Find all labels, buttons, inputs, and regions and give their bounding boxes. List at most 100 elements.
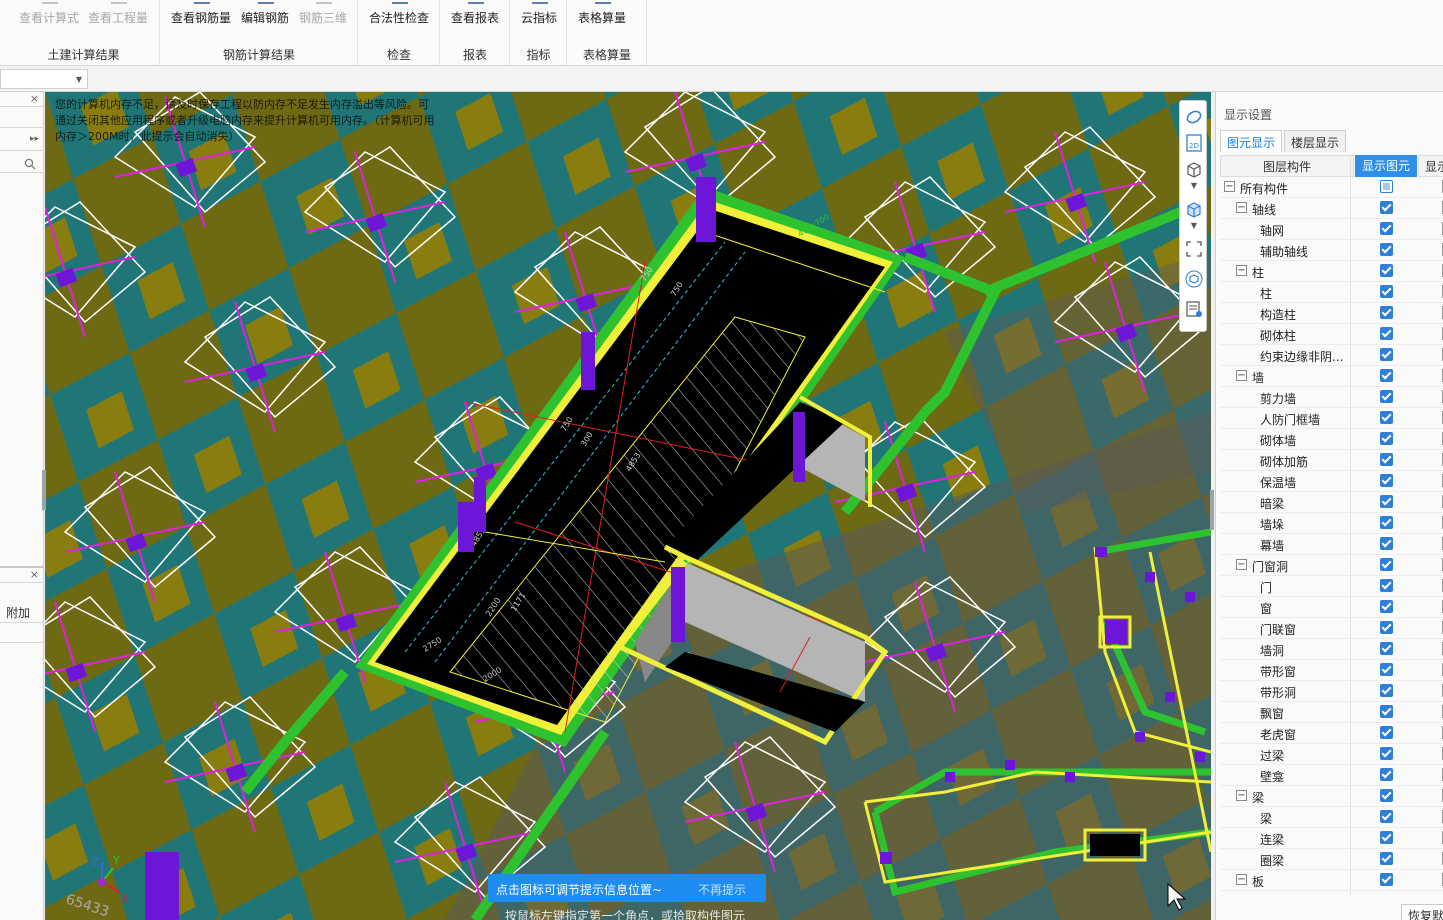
layer-row[interactable]: 过梁 (1220, 744, 1443, 765)
hint-bar[interactable]: 点击图标可调节提示信息位置~ 不再提示 (488, 874, 766, 902)
show-checkbox[interactable] (1380, 432, 1393, 445)
show-checkbox[interactable] (1380, 684, 1393, 697)
collapse-icon[interactable]: − (1236, 874, 1247, 885)
model-scene[interactable]: 750 750 750 300 4853 1171 2200 4853 2750… (45, 92, 1211, 920)
collapse-icon[interactable]: − (1236, 559, 1247, 570)
layer-row[interactable]: 飘窗 (1220, 702, 1443, 723)
layer-row[interactable]: 人防门框墙 (1220, 408, 1443, 429)
layer-row[interactable]: 构造柱 (1220, 303, 1443, 324)
layer-row[interactable]: − 板 (1220, 870, 1443, 891)
view-report-button[interactable]: 查看报表 (451, 0, 501, 28)
layer-row[interactable]: 梁 (1220, 807, 1443, 828)
layer-row[interactable]: 约束边缘非阴... (1220, 345, 1443, 366)
layer-row[interactable]: − 门窗洞 (1220, 555, 1443, 576)
show-checkbox[interactable] (1380, 243, 1393, 256)
expand-icon[interactable]: ▸▸ (30, 134, 39, 144)
show-checkbox[interactable] (1380, 306, 1393, 319)
edit-rebar-button[interactable]: 编辑钢筋 (241, 0, 291, 28)
show-checkbox[interactable] (1380, 831, 1393, 844)
table-calc-button[interactable]: 表格算量 (578, 0, 628, 28)
layer-row[interactable]: 窗 (1220, 597, 1443, 618)
layer-row[interactable]: 墙洞 (1220, 639, 1443, 660)
show-checkbox[interactable] (1380, 579, 1393, 592)
layer-row[interactable]: − 墙 (1220, 366, 1443, 387)
dismiss-hint-button[interactable]: 不再提示 (698, 881, 746, 898)
dropdown-icon[interactable]: ▼ (1184, 179, 1204, 191)
view-formula-button[interactable]: 查看计算式 (19, 0, 81, 28)
layer-row[interactable]: 带形洞 (1220, 681, 1443, 702)
layer-row[interactable]: 墙垛 (1220, 513, 1443, 534)
view-quantity-button[interactable]: 查看工程量 (88, 0, 150, 28)
layer-row[interactable]: 壁龛 (1220, 765, 1443, 786)
layer-row[interactable]: 老虎窗 (1220, 723, 1443, 744)
show-checkbox[interactable] (1380, 222, 1393, 235)
orbit-icon[interactable] (1184, 107, 1204, 127)
viewport-3d[interactable]: 750 750 750 300 4853 1171 2200 4853 2750… (45, 92, 1211, 920)
layer-row[interactable]: 柱 (1220, 282, 1443, 303)
layer-row[interactable]: 砌体墙 (1220, 429, 1443, 450)
validity-check-button[interactable]: 合法性检查 (369, 0, 431, 28)
view-rebar-quantity-button[interactable]: 查看钢筋量 (171, 0, 233, 28)
search-icon[interactable] (24, 158, 36, 170)
tab-attach[interactable]: 附加 (6, 604, 30, 621)
hint-text[interactable]: 点击图标可调节提示信息位置~ (496, 881, 662, 898)
list-eye-icon[interactable] (1184, 299, 1204, 319)
splitter-handle[interactable] (1210, 490, 1214, 530)
restore-default-button[interactable]: 恢复默认设置 (1401, 904, 1443, 920)
show-checkbox[interactable] (1380, 369, 1393, 382)
dropdown-icon[interactable]: ▼ (1184, 219, 1204, 231)
collapse-icon[interactable]: − (1224, 181, 1235, 192)
3d-solid-icon[interactable] (1184, 199, 1204, 219)
show-checkbox[interactable] (1380, 474, 1393, 487)
show-checkbox[interactable] (1380, 852, 1393, 865)
show-checkbox[interactable] (1380, 789, 1393, 802)
close-icon[interactable]: × (30, 568, 39, 581)
show-checkbox[interactable] (1380, 411, 1393, 424)
show-checkbox[interactable] (1380, 810, 1393, 823)
show-checkbox[interactable] (1380, 285, 1393, 298)
layer-row[interactable]: 带形窗 (1220, 660, 1443, 681)
tab-element-display[interactable]: 图元显示 (1220, 130, 1283, 152)
column-header-show[interactable]: 显示图元 (1355, 155, 1417, 177)
show-checkbox[interactable] (1380, 558, 1393, 571)
show-checkbox[interactable] (1380, 327, 1393, 340)
splitter-handle[interactable] (42, 470, 46, 510)
collapse-icon[interactable]: − (1236, 790, 1247, 801)
layer-row[interactable]: − 所有构件 (1220, 177, 1443, 198)
layer-row[interactable]: − 柱 (1220, 261, 1443, 282)
layer-row[interactable]: 辅助轴线 (1220, 240, 1443, 261)
layer-row[interactable]: 砌体加筋 (1220, 450, 1443, 471)
show-checkbox[interactable] (1380, 453, 1393, 466)
tab-floor-display[interactable]: 楼层显示 (1284, 130, 1347, 152)
show-checkbox[interactable] (1380, 705, 1393, 718)
view-cube-icon[interactable] (1184, 269, 1204, 289)
column-header-show2[interactable]: 显示 (1418, 155, 1443, 177)
show-checkbox[interactable] (1380, 621, 1393, 634)
layer-row[interactable]: 轴网 (1220, 219, 1443, 240)
show-checkbox[interactable] (1380, 537, 1393, 550)
layer-row[interactable]: 剪力墙 (1220, 387, 1443, 408)
2d-icon[interactable]: 2D (1184, 133, 1204, 153)
close-icon[interactable]: × (30, 92, 39, 105)
show-checkbox[interactable] (1380, 768, 1393, 781)
show-checkbox[interactable] (1380, 495, 1393, 508)
show-checkbox[interactable] (1380, 516, 1393, 529)
show-checkbox[interactable] (1380, 642, 1393, 655)
3d-box-icon[interactable] (1184, 159, 1204, 179)
layer-row[interactable]: 连梁 (1220, 828, 1443, 849)
floor-select[interactable]: ▼ (0, 69, 88, 89)
show-checkbox[interactable] (1380, 390, 1393, 403)
show-checkbox[interactable] (1380, 873, 1393, 886)
layer-row[interactable]: − 轴线 (1220, 198, 1443, 219)
rebar-3d-button[interactable]: 钢筋三维 (299, 0, 349, 28)
select-all-icon[interactable] (1184, 239, 1204, 259)
collapse-icon[interactable]: − (1236, 202, 1247, 213)
show-checkbox[interactable] (1380, 663, 1393, 676)
show-checkbox[interactable] (1380, 180, 1393, 193)
layer-row[interactable]: 暗梁 (1220, 492, 1443, 513)
show-checkbox[interactable] (1380, 201, 1393, 214)
show-checkbox[interactable] (1380, 747, 1393, 760)
show-checkbox[interactable] (1380, 348, 1393, 361)
layer-row[interactable]: 保温墙 (1220, 471, 1443, 492)
layer-row[interactable]: 幕墙 (1220, 534, 1443, 555)
